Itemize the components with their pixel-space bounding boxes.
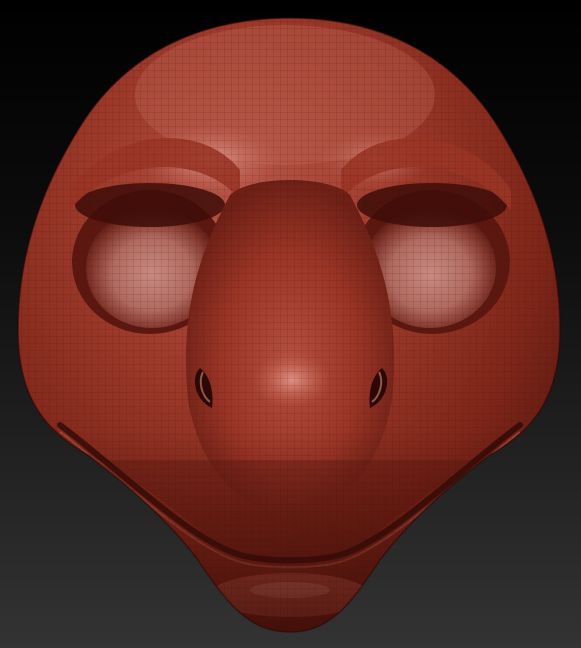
head-shape xyxy=(17,17,561,633)
sculpt-render xyxy=(17,17,561,633)
sculpt-viewport[interactable] xyxy=(0,0,581,648)
